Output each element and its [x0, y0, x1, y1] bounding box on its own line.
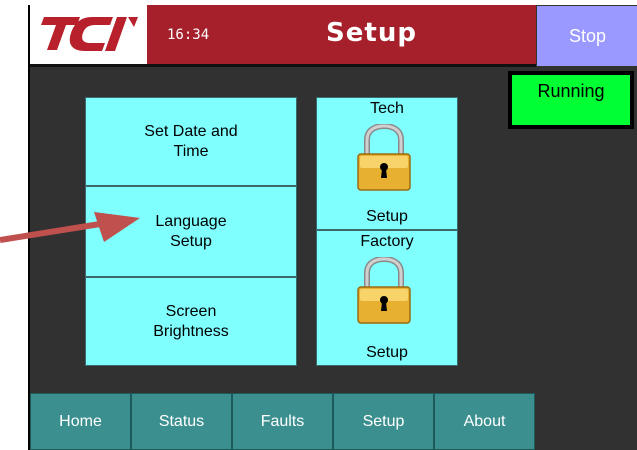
- tab-setup[interactable]: Setup: [333, 393, 434, 450]
- lock-icon: [357, 257, 411, 324]
- header-bar: 16:34 Setup Stop: [30, 5, 637, 67]
- tech-action: Setup: [366, 208, 408, 225]
- screen-brightness-button[interactable]: Screen Brightness: [85, 277, 297, 366]
- factory-action: Setup: [366, 344, 408, 361]
- tab-home[interactable]: Home: [30, 393, 131, 450]
- screen-brightness-label: Screen Brightness: [153, 302, 229, 340]
- lock-icon: [357, 124, 411, 191]
- tab-faults[interactable]: Faults: [232, 393, 333, 450]
- tech-title: Tech: [370, 100, 404, 117]
- language-setup-label: Language Setup: [155, 212, 227, 250]
- set-date-time-label: Set Date and Time: [144, 122, 238, 160]
- factory-title: Factory: [360, 233, 414, 250]
- bottom-nav: Home Status Faults Setup About: [30, 393, 535, 450]
- page-title: Setup: [326, 18, 417, 48]
- title-bar: 16:34 Setup: [147, 5, 536, 67]
- tci-logo: [41, 17, 138, 51]
- running-status: Running: [512, 75, 630, 125]
- tech-setup-button[interactable]: Tech Setup: [316, 97, 458, 230]
- tab-about[interactable]: About: [434, 393, 535, 450]
- set-date-time-button[interactable]: Set Date and Time: [85, 97, 297, 186]
- logo-area: [30, 5, 147, 67]
- tab-status[interactable]: Status: [131, 393, 232, 450]
- stop-button[interactable]: Stop: [536, 5, 637, 67]
- running-indicator: Running: [508, 71, 634, 129]
- factory-setup-button[interactable]: Factory Setup: [316, 230, 458, 366]
- pointer-arrow-icon: [0, 212, 140, 243]
